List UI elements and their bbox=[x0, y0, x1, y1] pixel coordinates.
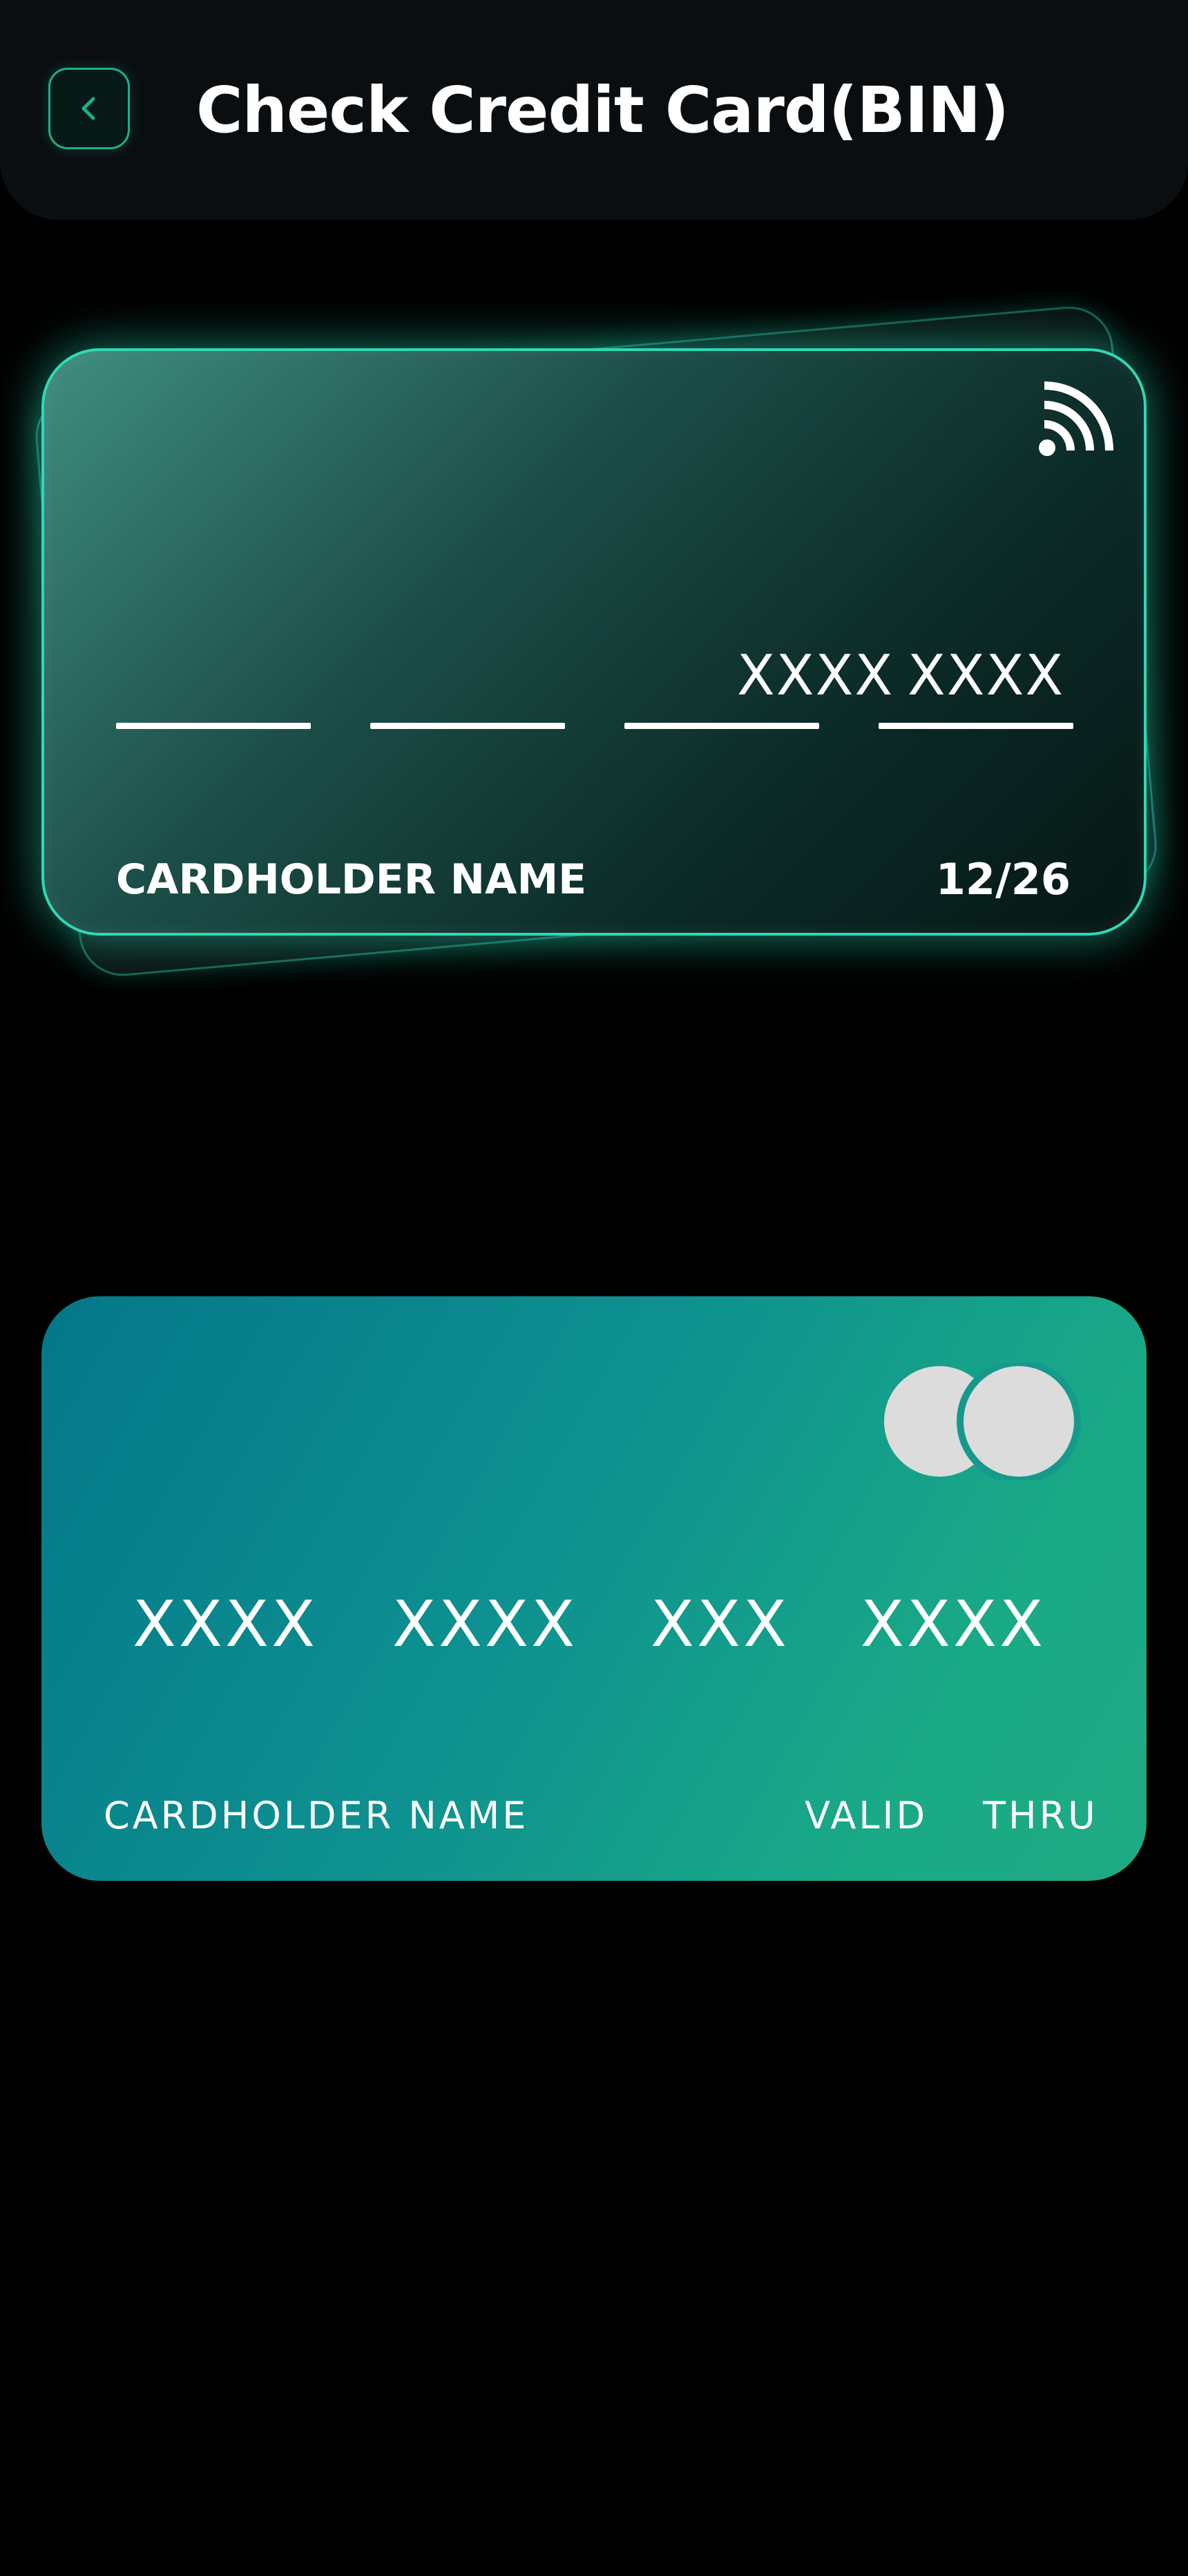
glass-card-number-slot-3 bbox=[624, 723, 819, 729]
glass-card-number-slot-1 bbox=[116, 723, 311, 729]
gradient-card-number-group-4: XXXX bbox=[861, 1587, 1046, 1661]
gradient-card-thru-label: THRU bbox=[983, 1794, 1098, 1837]
glass-card-preview: XXXX XXXX CARDHOLDER NAME 12/26 bbox=[0, 263, 1188, 1050]
back-button[interactable] bbox=[48, 68, 130, 149]
glass-card-number-slot-2 bbox=[370, 723, 565, 729]
glass-card: XXXX XXXX CARDHOLDER NAME 12/26 bbox=[41, 348, 1147, 936]
nfc-contactless-icon bbox=[1037, 381, 1113, 457]
glass-card-expiry: 12/26 bbox=[935, 854, 1071, 905]
glass-card-number-slot-4 bbox=[879, 723, 1073, 729]
mastercard-logo-icon bbox=[881, 1363, 1088, 1480]
chevron-left-icon bbox=[73, 93, 105, 124]
gradient-card-valid-label: VALID bbox=[805, 1794, 928, 1837]
glass-card-number-group-3: XXXX bbox=[737, 643, 894, 708]
gradient-card-cardholder-name: CARDHOLDER NAME bbox=[104, 1794, 529, 1837]
app-header: Check Credit Card(BIN) bbox=[0, 0, 1188, 220]
page-title: Check Credit Card(BIN) bbox=[196, 73, 1009, 147]
gradient-card-number-group-2: XXXX bbox=[392, 1587, 578, 1661]
gradient-card: XXXX XXXX XXX XXXX CARDHOLDER NAME VALID… bbox=[41, 1296, 1147, 1881]
gradient-card-number-group-1: XXXX bbox=[133, 1587, 318, 1661]
glass-card-number-group-4: XXXX bbox=[908, 643, 1065, 708]
gradient-card-number-group-3: XXX bbox=[651, 1587, 790, 1661]
glass-card-cardholder-name: CARDHOLDER NAME bbox=[116, 855, 587, 904]
